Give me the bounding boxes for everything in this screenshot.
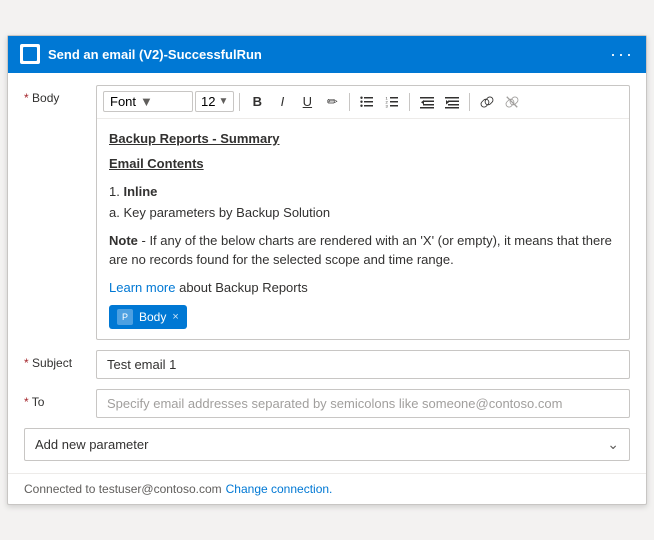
email-subtitle: Email Contents: [109, 154, 617, 174]
link-icon: [480, 95, 494, 109]
add-param-label: Add new parameter: [35, 437, 148, 452]
body-token-row: P Body ×: [109, 297, 617, 329]
unordered-list-icon: [360, 95, 374, 109]
card-footer: Connected to testuser@contoso.com Change…: [8, 473, 646, 504]
card-body: Body Font ▼ 12: [8, 73, 646, 474]
list-item-1: 1. Inline: [109, 182, 617, 202]
indent-decrease-icon: [420, 95, 434, 109]
toolbar-divider-3: [409, 93, 410, 111]
ordered-list-icon: 1 2 3: [385, 95, 399, 109]
overflow-menu-button[interactable]: ···: [610, 44, 634, 65]
editor-toolbar: Font ▼ 12 ▼ B: [97, 86, 629, 119]
link-group: [475, 90, 524, 114]
list-item-1-bold: Inline: [123, 184, 157, 199]
body-token[interactable]: P Body ×: [109, 305, 187, 329]
remove-link-button[interactable]: [500, 90, 524, 114]
learn-more-link[interactable]: Learn more: [109, 280, 175, 295]
subject-input[interactable]: [96, 350, 630, 379]
font-size-chevron-icon: ▼: [218, 96, 228, 107]
rich-text-editor: Font ▼ 12 ▼ B: [96, 85, 630, 341]
connected-text: Connected to testuser@contoso.com: [24, 482, 222, 496]
ordered-list-button[interactable]: 1 2 3: [380, 90, 404, 114]
svg-text:3: 3: [386, 103, 389, 108]
pen-icon: ✏: [327, 94, 338, 110]
format-group: B I U ✏: [245, 90, 344, 114]
indent-increase-button[interactable]: [440, 90, 464, 114]
to-input-wrap: [96, 389, 630, 418]
card-header: Send an email (V2)-SuccessfulRun ···: [8, 36, 646, 73]
font-size-group: 12 ▼: [195, 91, 234, 112]
font-selector[interactable]: Font ▼: [103, 91, 193, 112]
subject-form-row: Subject: [24, 350, 630, 379]
learn-more-line: Learn more about Backup Reports: [109, 278, 617, 298]
add-param-chevron-icon: ⌄: [607, 436, 619, 453]
indent-increase-icon: [445, 95, 459, 109]
email-title: Backup Reports - Summary: [109, 129, 617, 149]
after-link-text: about Backup Reports: [175, 280, 307, 295]
unlink-icon: [505, 95, 519, 109]
list-num-1: 1.: [109, 184, 123, 199]
body-label: Body: [24, 85, 96, 105]
editor-note: Note - If any of the below charts are re…: [109, 231, 617, 270]
to-input[interactable]: [96, 389, 630, 418]
pen-button[interactable]: ✏: [320, 90, 344, 114]
add-param-dropdown[interactable]: Add new parameter ⌄: [24, 428, 630, 461]
token-label: Body: [139, 308, 166, 326]
indent-decrease-button[interactable]: [415, 90, 439, 114]
toolbar-divider-4: [469, 93, 470, 111]
toolbar-divider-2: [349, 93, 350, 111]
italic-button[interactable]: I: [270, 90, 294, 114]
editor-content-area[interactable]: Backup Reports - Summary Email Contents …: [97, 119, 629, 340]
token-icon: P: [117, 309, 133, 325]
app-icon-inner: [23, 47, 37, 61]
subject-input-wrap: [96, 350, 630, 379]
card-title: Send an email (V2)-SuccessfulRun: [48, 47, 262, 62]
token-close-button[interactable]: ×: [172, 309, 178, 326]
font-size-value: 12: [201, 94, 215, 109]
unordered-list-button[interactable]: [355, 90, 379, 114]
subject-label: Subject: [24, 350, 96, 370]
email-card: Send an email (V2)-SuccessfulRun ··· Bod…: [7, 35, 647, 506]
list-item-1a: a. Key parameters by Backup Solution: [109, 203, 617, 223]
font-group: Font ▼: [103, 91, 193, 112]
to-label: To: [24, 389, 96, 409]
font-label: Font: [110, 94, 136, 109]
indent-group: [415, 90, 464, 114]
underline-button[interactable]: U: [295, 90, 319, 114]
to-form-row: To: [24, 389, 630, 418]
body-editor-wrap: Font ▼ 12 ▼ B: [96, 85, 630, 341]
note-text: - If any of the below charts are rendere…: [109, 233, 612, 268]
font-size-selector[interactable]: 12 ▼: [195, 91, 234, 112]
bold-button[interactable]: B: [245, 90, 269, 114]
font-chevron-icon: ▼: [140, 94, 153, 109]
header-left: Send an email (V2)-SuccessfulRun: [20, 44, 262, 64]
change-connection-link[interactable]: Change connection.: [226, 482, 333, 496]
note-bold: Note: [109, 233, 138, 248]
toolbar-divider-1: [239, 93, 240, 111]
app-icon: [20, 44, 40, 64]
insert-link-button[interactable]: [475, 90, 499, 114]
body-form-row: Body Font ▼ 12: [24, 85, 630, 341]
list-group: 1 2 3: [355, 90, 404, 114]
